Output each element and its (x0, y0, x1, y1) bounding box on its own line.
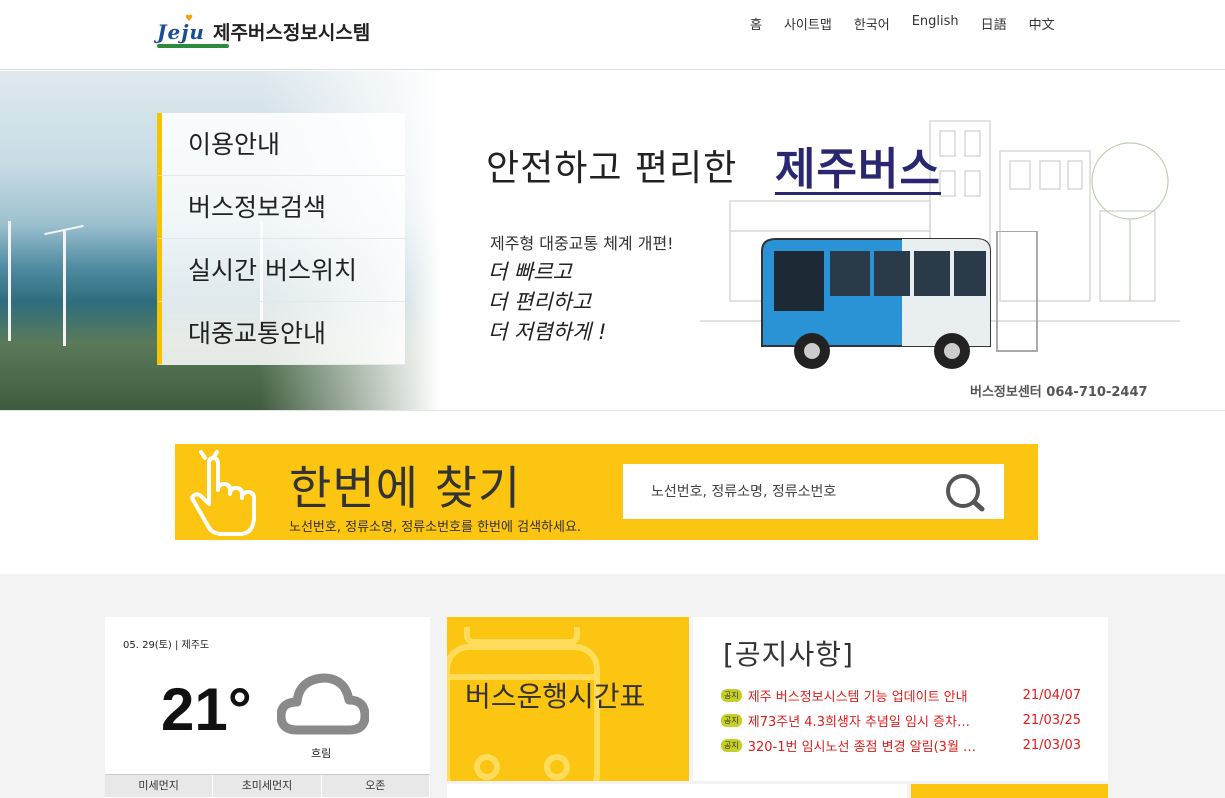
menu-realtime-location[interactable]: 실시간 버스위치 (157, 239, 405, 302)
notice-badge: 공지 (721, 714, 742, 727)
quick-menu: 이용안내 버스정보검색 실시간 버스위치 대중교통안내 (157, 113, 405, 365)
search-section: 한번에 찾기 노선번호, 정류소명, 정류소번호를 한번에 검색하세요. (175, 444, 1038, 540)
bus-illustration (761, 231, 1038, 369)
pointing-hand-icon (190, 450, 256, 536)
info-section: 05. 29(토) | 제주도 21° 흐림 미세먼지 초미세먼지 오존 버스운… (0, 574, 1225, 798)
banner-title: 안전하고 편리한 (486, 148, 738, 189)
logo-mark-text: Jeju (157, 19, 205, 44)
notice-date: 21/03/25 (1022, 713, 1081, 728)
notice-item[interactable]: 공지 제주 버스정보시스템 기능 업데이트 안내 21/04/07 (721, 683, 1081, 708)
menu-usage-guide[interactable]: 이용안내 (157, 113, 405, 176)
logo-swoosh (157, 43, 229, 48)
search-icon[interactable] (942, 472, 988, 512)
banner-subtitle: 제주형 대중교통 체계 개편! (490, 234, 674, 253)
logo-text: 제주버스정보시스템 (212, 22, 371, 44)
notice-item[interactable]: 공지 제73주년 4.3희생자 추념일 임시 증차… 21/03/25 (721, 708, 1081, 733)
slogan-line: 더 편리하고 (488, 290, 592, 314)
table-header: 초미세먼지 (213, 775, 322, 797)
notice-badge: 공지 (721, 739, 742, 752)
site-logo[interactable]: Jeju ♥ 제주버스정보시스템 (157, 14, 371, 48)
bus-center-phone: 버스정보센터 064-710-2447 (970, 385, 1148, 400)
table-header: 미세먼지 (105, 775, 214, 797)
notice-date: 21/04/07 (1022, 688, 1081, 703)
notice-date: 21/03/03 (1022, 738, 1081, 753)
notice-board: [공지사항] 공지 제주 버스정보시스템 기능 업데이트 안내 21/04/07… (693, 617, 1108, 781)
table-header: 오존 (321, 775, 430, 797)
lower-panel (447, 784, 907, 798)
nav-sitemap[interactable]: 사이트맵 (784, 14, 832, 33)
notice-text: 제73주년 4.3희생자 추념일 임시 증차… (747, 715, 970, 730)
wind-turbine (63, 231, 66, 346)
slogan-line: 더 저렴하게 ! (488, 320, 607, 344)
search-box (623, 464, 1004, 519)
nav-english[interactable]: English (912, 14, 959, 33)
header: Jeju ♥ 제주버스정보시스템 홈 사이트맵 한국어 English 日語 中… (0, 0, 1225, 70)
top-nav: 홈 사이트맵 한국어 English 日語 中文 (750, 14, 1055, 33)
weather-temperature: 21° (161, 676, 252, 743)
notice-text: 제주 버스정보시스템 기능 업데이트 안내 (747, 690, 968, 705)
notice-text: 320-1번 임시노선 종점 변경 알림(3월 … (747, 740, 977, 755)
page: Jeju ♥ 제주버스정보시스템 홈 사이트맵 한국어 English 日語 中… (0, 0, 1225, 798)
menu-transit-guide[interactable]: 대중교통안내 (157, 302, 405, 365)
search-input[interactable] (623, 464, 933, 519)
notice-title[interactable]: [공지사항] (723, 633, 854, 673)
menu-bus-search[interactable]: 버스정보검색 (157, 176, 405, 239)
hero-banner: 이용안내 버스정보검색 실시간 버스위치 대중교통안내 안전하고 편리한 제주버… (0, 71, 1225, 411)
search-description: 노선번호, 정류소명, 정류소번호를 한번에 검색하세요. (289, 520, 582, 535)
slogan-line: 더 빠르고 (488, 260, 572, 284)
wind-turbine (8, 221, 11, 341)
search-title: 한번에 찾기 (289, 461, 522, 515)
lower-panel-yellow (911, 784, 1108, 798)
nav-japanese[interactable]: 日語 (981, 14, 1007, 33)
nav-chinese[interactable]: 中文 (1029, 14, 1055, 33)
timetable-label: 버스운행시간표 (465, 680, 646, 713)
heart-icon: ♥ (185, 13, 195, 24)
weather-date: 05. 29(토) | 제주도 (123, 640, 210, 651)
cloud-icon (277, 673, 369, 735)
nav-korean[interactable]: 한국어 (854, 14, 890, 33)
air-quality-table: 미세먼지 초미세먼지 오존 (105, 774, 430, 797)
nav-home[interactable]: 홈 (750, 14, 762, 33)
notice-list: 공지 제주 버스정보시스템 기능 업데이트 안내 21/04/07 공지 제73… (721, 683, 1081, 758)
banner-brand: 제주버스 (775, 133, 941, 197)
bus-timetable-link[interactable]: 버스운행시간표 (447, 617, 689, 781)
weather-condition: 흐림 (311, 747, 332, 760)
logo-mark: Jeju ♥ (157, 14, 229, 48)
banner-slogans: 더 빠르고 더 편리하고 더 저렴하게 ! (488, 257, 606, 347)
notice-badge: 공지 (721, 689, 742, 702)
notice-item[interactable]: 공지 320-1번 임시노선 종점 변경 알림(3월 … 21/03/03 (721, 733, 1081, 758)
weather-widget: 05. 29(토) | 제주도 21° 흐림 미세먼지 초미세먼지 오존 (105, 617, 430, 798)
